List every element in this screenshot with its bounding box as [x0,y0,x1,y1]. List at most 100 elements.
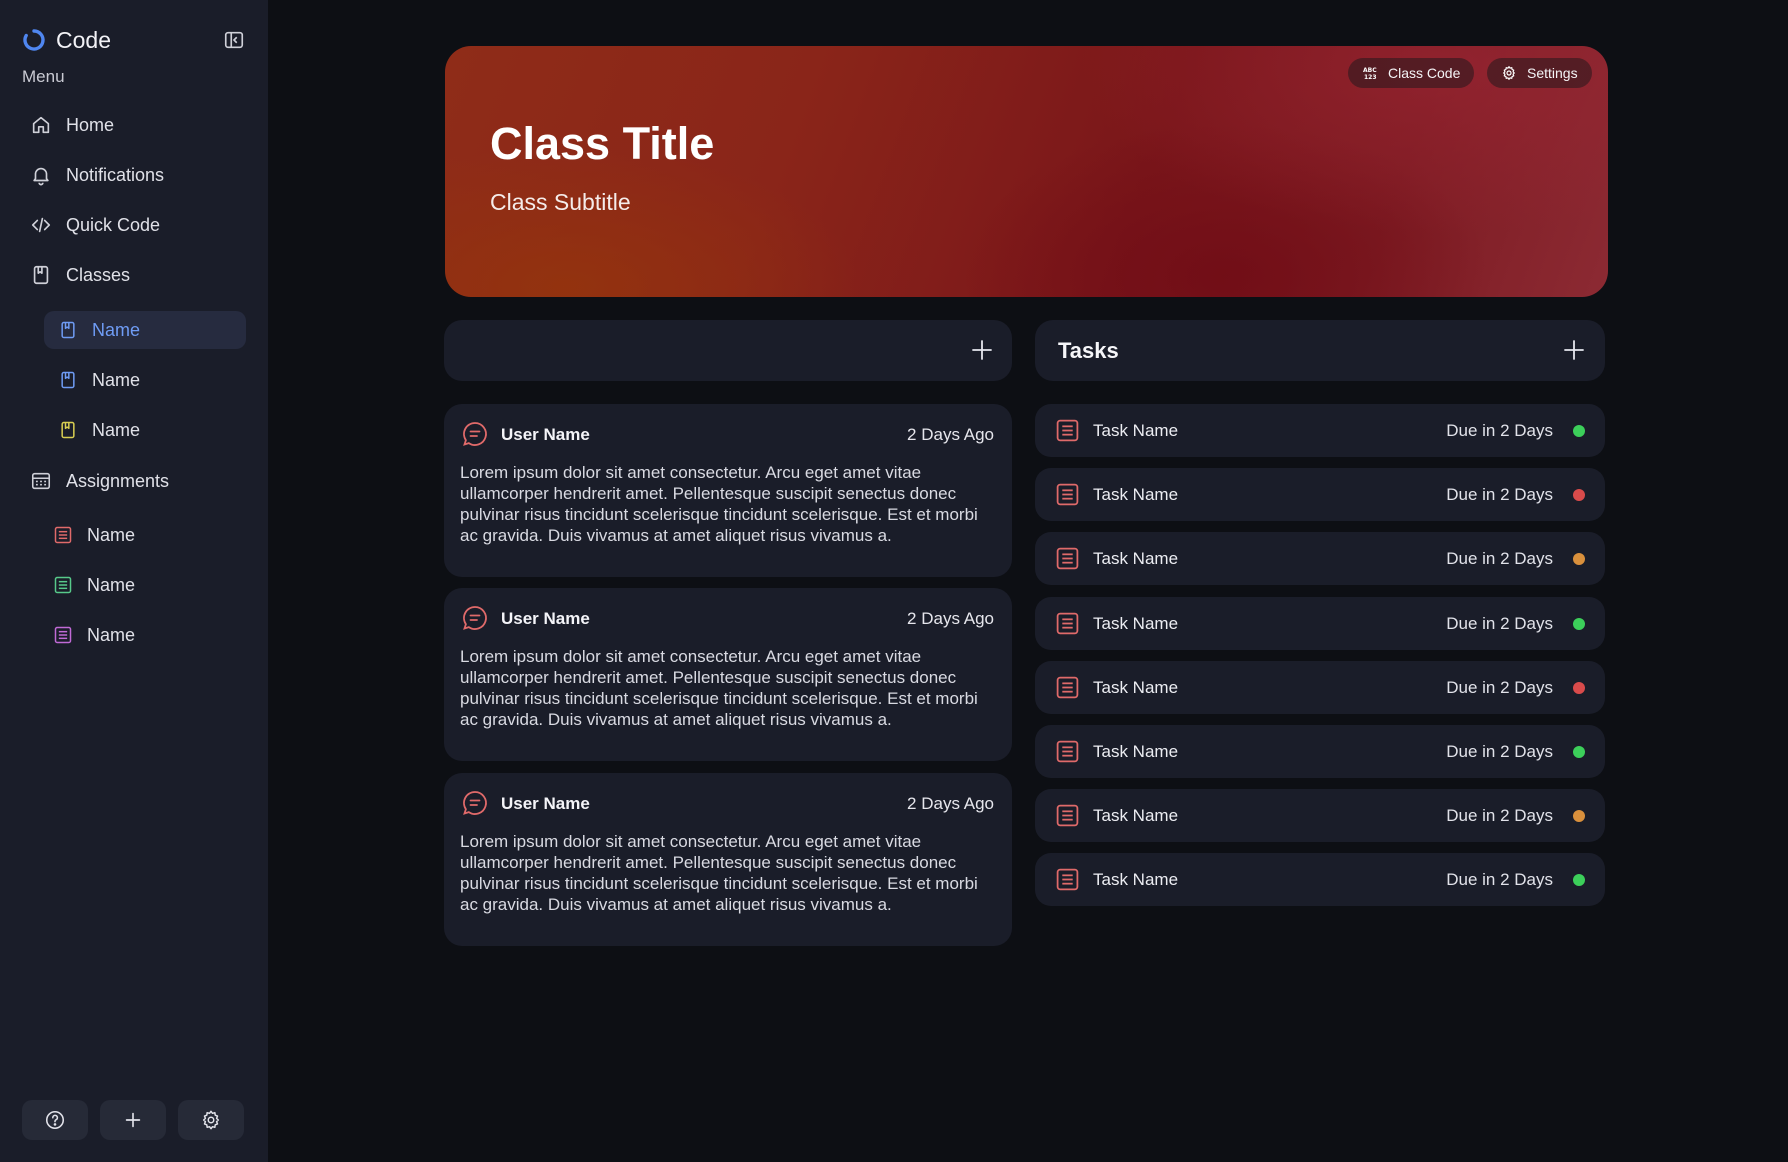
task-status-dot [1573,810,1585,822]
help-button[interactable] [22,1100,88,1140]
assignment-item[interactable]: Name [53,516,135,554]
task-row[interactable]: Task Name Due in 2 Days [1035,532,1605,585]
post-user-name[interactable]: User Name [501,794,590,814]
feed-post: User Name 2 Days Ago Lorem ipsum dolor s… [444,588,1012,761]
chat-bubble-icon [463,606,487,630]
task-due: Due in 2 Days [1446,870,1553,889]
menu-label: Menu [22,67,65,86]
plus-icon [125,1112,141,1128]
assignment-item-label: Name [87,524,136,545]
bookmark-icon [61,421,75,439]
sidebar-item-label: Classes [66,264,131,285]
document-lines-icon [1056,547,1079,570]
post-timestamp: 2 Days Ago [907,794,994,813]
task-name: Task Name [1093,742,1179,761]
task-name: Task Name [1093,614,1179,633]
post-user-name[interactable]: User Name [501,425,590,445]
post-timestamp: 2 Days Ago [907,425,994,444]
calendar-grid-icon [31,472,51,490]
sidebar-toggle-icon [224,31,244,49]
chat-bubble-icon [463,422,487,446]
class-code-label: Class Code [1388,65,1461,81]
assignment-item[interactable]: Name [53,566,135,604]
abc-123-icon: ABC 123 [1363,67,1377,81]
add-task-button[interactable] [1561,337,1587,363]
post-user-name[interactable]: User Name [501,609,590,629]
task-due: Due in 2 Days [1446,806,1553,825]
task-row[interactable]: Task Name Due in 2 Days [1035,725,1605,778]
svg-text:ABC: ABC [1363,67,1377,74]
sidebar-item-notifications[interactable]: Notifications [30,157,164,193]
document-lines-icon [54,576,72,594]
task-row[interactable]: Task Name Due in 2 Days [1035,853,1605,906]
task-row[interactable]: Task Name Due in 2 Days [1035,404,1605,457]
feed-post: User Name 2 Days Ago Lorem ipsum dolor s… [444,404,1012,577]
task-name: Task Name [1093,485,1179,504]
class-item[interactable]: Name [44,311,246,349]
sidebar: Code Menu Home Notifications Quick Code [0,0,268,1162]
task-row[interactable]: Task Name Due in 2 Days [1035,468,1605,521]
task-row[interactable]: Task Name Due in 2 Days [1035,597,1605,650]
add-post-button[interactable] [969,337,995,363]
task-due: Due in 2 Days [1446,678,1553,697]
feed-post: User Name 2 Days Ago Lorem ipsum dolor s… [444,773,1012,946]
plus-icon [972,340,992,360]
sidebar-bottom-bar [22,1100,244,1140]
class-banner: ABC 123 Class Code Settings Class Title … [445,46,1608,297]
collapse-sidebar-button[interactable] [222,28,246,52]
sidebar-item-classes[interactable]: Classes [30,257,130,293]
brand[interactable]: Code [22,24,111,56]
sidebar-item-home[interactable]: Home [30,107,114,143]
gear-icon [202,1110,220,1130]
home-icon [32,116,50,134]
class-item-label: Name [92,419,141,440]
svg-text:123: 123 [1364,74,1377,81]
document-lines-icon [1056,868,1079,891]
task-status-dot [1573,682,1585,694]
spinner-logo-icon [23,29,45,51]
document-lines-icon [54,626,72,644]
bookmark-icon [61,371,75,389]
add-button[interactable] [100,1100,166,1140]
settings-label: Settings [1527,65,1578,81]
code-icon [31,217,51,233]
sidebar-item-assignments[interactable]: Assignments [30,463,169,499]
post-body: Lorem ipsum dolor sit amet consectetur. … [460,463,978,545]
assignment-item-label: Name [87,624,136,645]
tasks-header: Tasks [1035,320,1605,381]
brand-name: Code [56,26,111,53]
task-status-dot [1573,618,1585,630]
sidebar-item-label: Assignments [66,470,170,491]
settings-button[interactable] [178,1100,244,1140]
task-name: Task Name [1093,549,1179,568]
help-icon [45,1110,65,1130]
sidebar-item-quick-code[interactable]: Quick Code [30,207,160,243]
task-due: Due in 2 Days [1446,742,1553,761]
task-name: Task Name [1093,421,1179,440]
class-item[interactable]: Name [58,411,140,449]
post-body: Lorem ipsum dolor sit amet consectetur. … [460,832,978,914]
class-item-label: Name [92,319,141,340]
task-name: Task Name [1093,806,1179,825]
banner-settings-button[interactable]: Settings [1487,58,1592,88]
class-item[interactable]: Name [58,361,140,399]
bookmark-icon [61,321,75,339]
task-name: Task Name [1093,870,1179,889]
task-due: Due in 2 Days [1446,421,1553,440]
task-row[interactable]: Task Name Due in 2 Days [1035,661,1605,714]
task-status-dot [1573,489,1585,501]
class-title: Class Title [490,118,715,169]
bookmark-icon [33,265,49,285]
task-due: Due in 2 Days [1446,485,1553,504]
task-row[interactable]: Task Name Due in 2 Days [1035,789,1605,842]
tasks-title: Tasks [1058,338,1119,363]
class-item-label: Name [92,369,141,390]
task-status-dot [1573,553,1585,565]
class-code-button[interactable]: ABC 123 Class Code [1348,58,1475,88]
class-subtitle: Class Subtitle [490,189,631,215]
task-due: Due in 2 Days [1446,549,1553,568]
chat-bubble-icon [463,791,487,815]
task-name: Task Name [1093,678,1179,697]
assignment-item[interactable]: Name [53,616,135,654]
post-composer[interactable] [444,320,1012,381]
